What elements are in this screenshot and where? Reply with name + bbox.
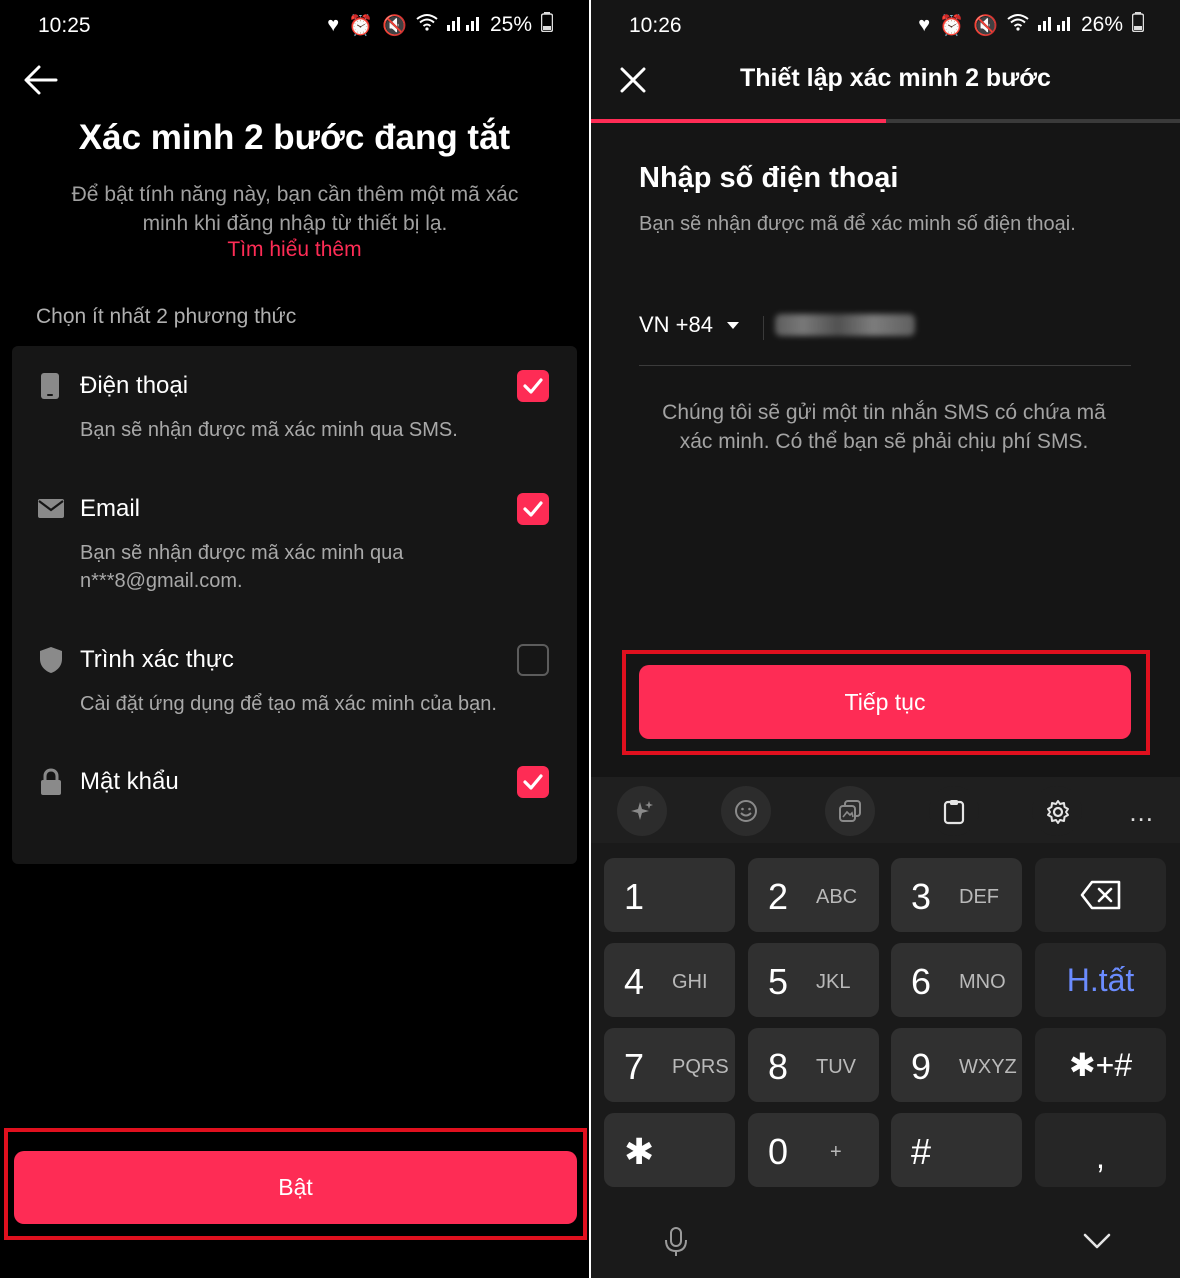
key-1[interactable]: 1 <box>604 858 735 932</box>
shield-icon <box>38 646 64 674</box>
key-2[interactable]: 2 ABC <box>748 858 879 932</box>
status-time: 10:25 <box>38 14 91 37</box>
back-arrow-icon[interactable] <box>22 62 62 98</box>
method-title: Trình xác thực <box>80 646 234 673</box>
email-checkbox[interactable] <box>517 493 549 525</box>
right-screen: 10:26 ♥ ⏰ 🔇 26% Thiết lập xác minh 2 bướ… <box>591 0 1180 1278</box>
key-5[interactable]: 5 JKL <box>748 943 879 1017</box>
microphone-icon[interactable] <box>663 1226 689 1263</box>
key-0[interactable]: 0 + <box>748 1113 879 1187</box>
key-6[interactable]: 6 MNO <box>891 943 1022 1017</box>
sticker-icon[interactable] <box>825 786 875 836</box>
progress-bar <box>591 119 1180 123</box>
mute-icon: 🔇 <box>382 14 407 37</box>
key-backspace[interactable] <box>1035 858 1166 932</box>
password-checkbox[interactable] <box>517 766 549 798</box>
left-screen: 10:25 ♥ ⏰ 🔇 25% Xác minh 2 bước đang tắt… <box>0 0 589 1278</box>
signal-icon <box>1037 14 1072 37</box>
phone-number-input[interactable] <box>771 304 1101 346</box>
caret-down-icon <box>727 321 739 329</box>
phone-subheading: Bạn sẽ nhận được mã để xác minh số điện … <box>639 213 1076 235</box>
key-comma[interactable]: , <box>1035 1113 1166 1187</box>
method-title: Điện thoại <box>80 372 189 399</box>
hide-keyboard-icon[interactable] <box>1083 1232 1111 1255</box>
battery-icon <box>540 12 554 38</box>
keyboard-toolbar: ... <box>591 777 1180 843</box>
status-bar: 10:26 ♥ ⏰ 🔇 26% <box>591 10 1180 44</box>
key-3[interactable]: 3 DEF <box>891 858 1022 932</box>
alarm-icon: ⏰ <box>348 14 374 37</box>
method-title: Mật khẩu <box>80 768 179 795</box>
ai-sparkle-icon[interactable] <box>617 786 667 836</box>
key-9[interactable]: 9 WXYZ <box>891 1028 1022 1102</box>
mail-icon <box>38 495 64 523</box>
key-4[interactable]: 4 GHI <box>604 943 735 1017</box>
key-hash[interactable]: # <box>891 1113 1022 1187</box>
more-options-icon[interactable]: ... <box>1129 797 1154 828</box>
method-desc: Bạn sẽ nhận được mã xác minh qua n***8@g… <box>80 542 404 592</box>
lock-icon <box>38 768 64 796</box>
country-code-value: VN +84 <box>639 312 713 337</box>
choose-methods-label: Chọn ít nhất 2 phương thức <box>36 305 297 328</box>
phone-checkbox[interactable] <box>517 370 549 402</box>
status-time: 10:26 <box>629 14 682 37</box>
status-bar: 10:25 ♥ ⏰ 🔇 25% <box>0 10 589 44</box>
emoji-icon[interactable] <box>721 786 771 836</box>
key-symbols[interactable]: ✱+# <box>1035 1028 1166 1102</box>
wifi-icon <box>1007 13 1029 37</box>
wifi-icon <box>416 13 438 37</box>
numeric-keyboard: 1 2 ABC 3 DEF 4 GHI 5 JKL 6 MNO H.tất 7 PQRS 8… <box>591 843 1180 1278</box>
mute-icon: 🔇 <box>973 14 998 37</box>
country-code-select[interactable]: VN +84 <box>639 312 739 338</box>
heart-icon: ♥ <box>327 13 340 36</box>
page-description: Để bật tính năng này, bạn cần thêm một m… <box>71 183 519 235</box>
settings-gear-icon[interactable] <box>1032 786 1082 836</box>
phone-heading: Nhập số điện thoại <box>639 162 899 194</box>
heart-icon: ♥ <box>918 13 931 36</box>
battery-percent: 25% <box>489 13 532 36</box>
phone-icon <box>38 372 64 400</box>
divider <box>763 316 764 340</box>
page-title: Thiết lập xác minh 2 bước <box>740 64 1051 92</box>
method-desc: Cài đặt ứng dụng để tạo mã xác minh của … <box>80 693 497 715</box>
alarm-icon: ⏰ <box>939 14 965 37</box>
continue-button[interactable]: Tiếp tục <box>639 665 1131 739</box>
input-underline <box>639 365 1131 366</box>
sms-note: Chúng tôi sẽ gửi một tin nhắn SMS có chứ… <box>662 401 1106 453</box>
page-title: Xác minh 2 bước đang tắt <box>78 118 511 157</box>
methods-card: Điện thoại Bạn sẽ nhận được mã xác minh … <box>12 346 577 864</box>
method-title: Email <box>80 495 141 522</box>
enable-button[interactable]: Bật <box>14 1151 577 1224</box>
key-done[interactable]: H.tất <box>1035 943 1166 1017</box>
method-desc: Bạn sẽ nhận được mã xác minh qua SMS. <box>80 419 458 441</box>
key-7[interactable]: 7 PQRS <box>604 1028 735 1102</box>
key-8[interactable]: 8 TUV <box>748 1028 879 1102</box>
battery-icon <box>1131 12 1145 38</box>
signal-icon <box>446 14 481 37</box>
learn-more-link[interactable]: Tìm hiểu thêm <box>0 238 589 262</box>
backspace-icon <box>1035 858 1166 932</box>
progress-fill <box>591 119 886 123</box>
key-star[interactable]: ✱ <box>604 1113 735 1187</box>
battery-percent: 26% <box>1080 13 1123 36</box>
authenticator-checkbox[interactable] <box>517 644 549 676</box>
clipboard-icon[interactable] <box>929 786 979 836</box>
